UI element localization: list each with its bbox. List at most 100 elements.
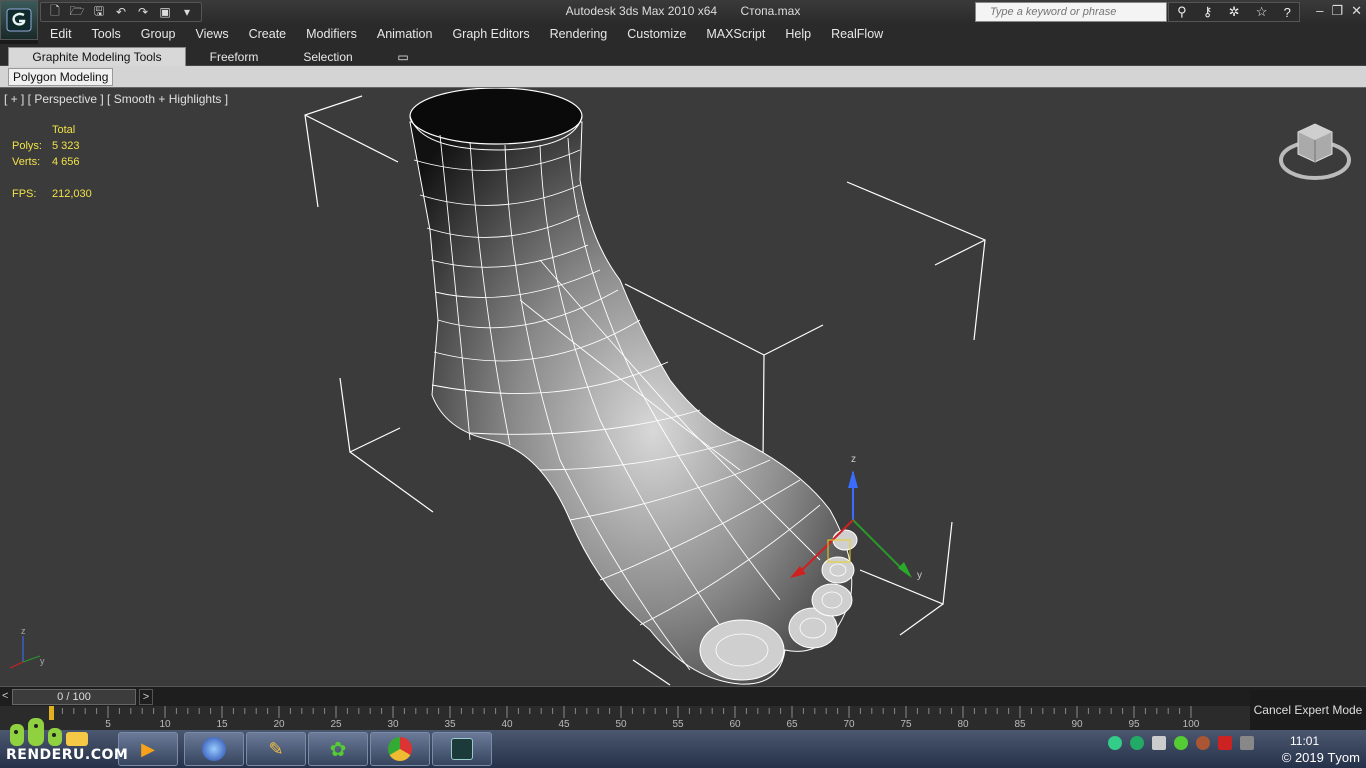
tray-update-icon[interactable] bbox=[1130, 736, 1144, 750]
viewport-label[interactable]: [ + ] [ Perspective ] [ Smooth + Highlig… bbox=[4, 92, 228, 106]
tab-graphite-modeling-tools[interactable]: Graphite Modeling Tools bbox=[8, 47, 186, 66]
menu-rendering[interactable]: Rendering bbox=[550, 27, 608, 41]
menu-maxscript[interactable]: MAXScript bbox=[706, 27, 765, 41]
max-icon bbox=[451, 738, 473, 760]
tray-alert-icon[interactable] bbox=[1218, 736, 1232, 750]
menu-animation[interactable]: Animation bbox=[377, 27, 433, 41]
key-icon[interactable]: ⚷ bbox=[1203, 4, 1213, 20]
project-folder-icon[interactable]: ▣ bbox=[155, 3, 175, 21]
flower-icon: ✿ bbox=[329, 738, 347, 761]
open-file-icon[interactable]: 🗁 bbox=[67, 3, 87, 21]
application-button[interactable] bbox=[0, 0, 38, 40]
menu-help[interactable]: Help bbox=[785, 27, 811, 41]
frame-tick-label: 35 bbox=[444, 719, 456, 730]
menu-edit[interactable]: Edit bbox=[50, 27, 72, 41]
restore-icon[interactable]: ❐ bbox=[1331, 3, 1343, 19]
perspective-viewport[interactable]: z y z y [ + ] [ Perspective ] [ Smooth +… bbox=[0, 88, 1366, 686]
viewport-statistics: Total Polys: 5 323 Verts: 4 656 FPS: 212,03… bbox=[12, 122, 92, 202]
taskbar-editor[interactable]: ✎ bbox=[246, 732, 306, 766]
search-input[interactable] bbox=[976, 3, 1166, 21]
frame-tick-label: 30 bbox=[387, 719, 399, 730]
ribbon-tab-bar: Graphite Modeling Tools Freeform Selecti… bbox=[0, 44, 1366, 66]
menu-modifiers[interactable]: Modifiers bbox=[306, 27, 357, 41]
file-name: Стопа.max bbox=[740, 4, 801, 18]
info-center-toolbar: ⚲ ⚷ ✲ ☆ ? bbox=[1168, 2, 1300, 22]
frame-tick-label: 55 bbox=[672, 719, 684, 730]
tray-icq-icon[interactable] bbox=[1174, 736, 1188, 750]
frame-tick-label: 90 bbox=[1071, 719, 1083, 730]
taskbar-browser[interactable] bbox=[184, 732, 244, 766]
tripod-z-label: z bbox=[21, 626, 26, 636]
help-icon[interactable]: ? bbox=[1284, 5, 1291, 20]
copyright-text: © 2019 Тyom bbox=[1281, 750, 1360, 765]
tray-app-icon[interactable] bbox=[1196, 736, 1210, 750]
panel-polygon-modeling[interactable]: Polygon Modeling bbox=[8, 68, 114, 86]
pencil-icon: ✎ bbox=[268, 738, 284, 759]
ribbon-options-icon[interactable]: ▭ bbox=[392, 47, 414, 66]
taskbar-chrome[interactable] bbox=[370, 732, 430, 766]
taskbar-3dsmax[interactable] bbox=[432, 732, 492, 766]
frame-tick-label: 50 bbox=[615, 719, 627, 730]
time-prev-button[interactable]: < bbox=[2, 690, 8, 702]
close-icon[interactable]: ✕ bbox=[1351, 3, 1362, 19]
time-slider-thumb[interactable]: 0 / 100 bbox=[12, 689, 136, 705]
menu-tools[interactable]: Tools bbox=[92, 27, 121, 41]
new-file-icon[interactable]: 🗋 bbox=[45, 3, 65, 21]
tripod-y-label: y bbox=[40, 656, 45, 666]
fps-label: FPS: bbox=[12, 188, 37, 200]
menu-create[interactable]: Create bbox=[249, 27, 287, 41]
menu-views[interactable]: Views bbox=[195, 27, 228, 41]
satellite-icon[interactable]: ✲ bbox=[1229, 4, 1240, 20]
binoculars-icon[interactable]: ⚲ bbox=[1177, 4, 1187, 20]
frame-tick-label: 10 bbox=[159, 719, 171, 730]
undo-icon[interactable]: ↶ bbox=[111, 3, 131, 21]
gizmo-y-label: y bbox=[917, 570, 922, 581]
menu-graph-editors[interactable]: Graph Editors bbox=[452, 27, 529, 41]
polys-value: 5 323 bbox=[52, 140, 80, 152]
windows-taskbar: ▶ ✎ ✿ 11:01 © 2019 Тyom bbox=[0, 730, 1366, 768]
chrome-icon bbox=[388, 737, 412, 761]
frame-tick-label: 60 bbox=[729, 719, 741, 730]
tray-monitor-icon[interactable] bbox=[1240, 736, 1254, 750]
time-next-button[interactable]: > bbox=[139, 689, 153, 705]
max-logo-icon bbox=[6, 8, 32, 32]
menu-customize[interactable]: Customize bbox=[627, 27, 686, 41]
viewport-scene: z y z y bbox=[9, 88, 986, 686]
redo-icon[interactable]: ↷ bbox=[133, 3, 153, 21]
viewcube-icon[interactable] bbox=[1278, 118, 1352, 182]
save-icon[interactable]: 🖫 bbox=[89, 3, 109, 21]
frame-tick-label: 5 bbox=[105, 719, 111, 730]
gizmo-z-label: z bbox=[851, 454, 856, 465]
frame-tick-label: 85 bbox=[1014, 719, 1026, 730]
minimize-icon[interactable]: – bbox=[1316, 3, 1323, 19]
frame-tick-label: 70 bbox=[843, 719, 855, 730]
cancel-expert-mode-button[interactable]: Cancel Expert Mode bbox=[1250, 690, 1366, 730]
taskbar-icq[interactable]: ✿ bbox=[308, 732, 368, 766]
browser-icon bbox=[202, 737, 226, 761]
verts-label: Verts: bbox=[12, 156, 41, 168]
star-icon[interactable]: ☆ bbox=[1256, 4, 1268, 20]
tab-selection[interactable]: Selection bbox=[290, 47, 366, 66]
foot-mesh[interactable] bbox=[409, 88, 858, 685]
ribbon-panel: Polygon Modeling bbox=[0, 66, 1366, 88]
frame-tick-label: 45 bbox=[558, 719, 570, 730]
frame-tick-label: 75 bbox=[900, 719, 912, 730]
frame-tick-label: 95 bbox=[1128, 719, 1140, 730]
frame-ruler: 5 10 15 20 25 30 35 40 45 50 55 60 65 70 75 80 85 90 95 100 bbox=[49, 706, 1200, 730]
media-player-icon: ▶ bbox=[141, 738, 155, 759]
track-bar[interactable]: 5 10 15 20 25 30 35 40 45 50 55 60 65 70 75 80 85 90 95 100 bbox=[0, 706, 1250, 730]
tab-freeform[interactable]: Freeform bbox=[196, 47, 272, 66]
search-field[interactable] bbox=[975, 2, 1167, 22]
frame-tick-label: 40 bbox=[501, 719, 513, 730]
dropdown-arrow-icon[interactable]: ▾ bbox=[177, 3, 197, 21]
tray-network-icon[interactable] bbox=[1108, 736, 1122, 750]
time-slider[interactable]: < 0 / 100 > bbox=[0, 686, 1366, 706]
taskbar-clock[interactable]: 11:01 bbox=[1290, 734, 1319, 748]
menu-realflow[interactable]: RealFlow bbox=[831, 27, 883, 41]
watermark-text: RENDERU.COM bbox=[6, 747, 129, 763]
window-controls: – ❐ ✕ bbox=[1316, 3, 1362, 19]
menu-group[interactable]: Group bbox=[141, 27, 176, 41]
tray-volume-icon[interactable] bbox=[1152, 736, 1166, 750]
frame-tick-label: 25 bbox=[330, 719, 342, 730]
verts-value: 4 656 bbox=[52, 156, 80, 168]
